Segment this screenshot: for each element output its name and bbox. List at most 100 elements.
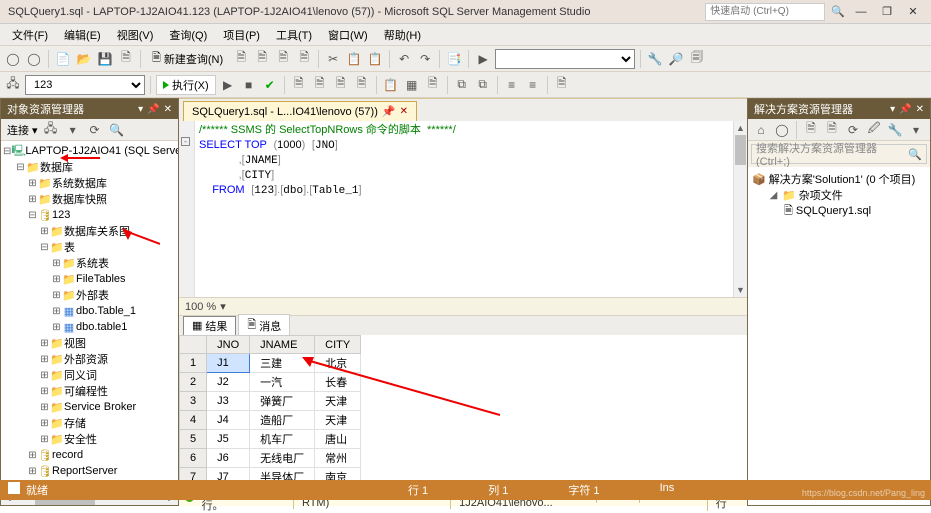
panel-pin-icon[interactable]: 📌 [147,104,159,115]
tree-systables[interactable]: ⊞📁系统表 [1,255,178,271]
table-row[interactable]: 3J3弹簧厂天津 [180,392,361,411]
solution-tree[interactable]: 📦解决方案'Solution1' (0 个项目) ◢📁杂项文件 🗎SQLQuer… [748,167,930,505]
tree-servicebroker[interactable]: ⊞📁Service Broker [1,399,178,415]
oe-icon-1[interactable]: 🖧 [42,121,60,139]
restore-button[interactable]: ❐ [877,5,897,19]
col-jno[interactable]: JNO [207,336,250,354]
database-dropdown[interactable]: 123 [25,75,145,95]
menu-help[interactable]: 帮助(H) [378,25,427,45]
nav-back-icon[interactable]: ◯ [4,50,22,68]
save-all-icon[interactable]: 🗎 [117,50,135,68]
copy-icon[interactable]: 📋 [345,50,363,68]
tree-dbo-table-1[interactable]: ⊞▦dbo.Table_1 [1,303,178,319]
tb-icon-3[interactable]: 🗎 [274,50,292,68]
tree-programmability[interactable]: ⊞📁可编程性 [1,383,178,399]
tree-views[interactable]: ⊞📁视图 [1,335,178,351]
tb-icon-2[interactable]: 🗎 [253,50,271,68]
tree-reportserver[interactable]: ⊞🛢ReportServer [1,463,178,479]
tb-icon-8[interactable]: 🔎 [667,50,685,68]
cut-icon[interactable]: ✂ [324,50,342,68]
editor-vscroll[interactable]: ▲▼ [733,121,747,297]
sol-icon-2[interactable]: 🗎 [823,121,841,139]
panel-close-icon[interactable]: ✕ [164,104,172,115]
object-tree[interactable]: ⊟🖳LAPTOP-1J2AIO41 (SQL Server 13... ⊟📁数据… [1,141,178,505]
solution-node[interactable]: 📦解决方案'Solution1' (0 个项目) [750,171,928,187]
outline-toggle[interactable]: - [181,137,190,146]
new-query-button[interactable]: 🗎 新建查询(N) [146,49,229,69]
minimize-button[interactable]: — [851,5,871,19]
col-city[interactable]: CITY [315,336,361,354]
panel-dropdown-icon[interactable]: ▾ [138,104,143,115]
sol-refresh-icon[interactable]: ⟳ [844,121,862,139]
estimated-plan-icon[interactable]: 🗎 [290,76,308,94]
sql-code[interactable]: /****** SSMS 的 SelectTopNRows 命令的脚本 ****… [199,123,733,198]
menu-project[interactable]: 项目(P) [217,25,266,45]
tb-icon-7[interactable]: 🔧 [646,50,664,68]
sol-icon-1[interactable]: 🗎 [802,121,820,139]
sol-wrench-icon[interactable]: 🔧 [886,121,904,139]
specify-values-icon[interactable]: 🗎 [553,76,571,94]
quick-launch-search-icon[interactable]: 🔍 [831,5,845,18]
debug-icon[interactable]: ▶ [219,76,237,94]
sol-home-icon[interactable]: ⌂ [752,121,770,139]
uncomment-icon[interactable]: ⧉ [474,76,492,94]
tree-server[interactable]: ⊟🖳LAPTOP-1J2AIO41 (SQL Server 13... [1,143,178,159]
tab-messages[interactable]: 🗎消息 [238,314,290,337]
panel-pin-icon[interactable]: 📌 [899,104,911,115]
tb-icon-5[interactable]: 📑 [445,50,463,68]
panel-close-icon[interactable]: ✕ [916,104,924,115]
table-row[interactable]: 6J6无线电厂常州 [180,449,361,468]
tb-icon-9[interactable]: 🗐 [688,50,706,68]
sql-editor[interactable]: - /****** SSMS 的 SelectTopNRows 命令的脚本 **… [179,121,747,297]
tree-sysdb[interactable]: ⊞📁系统数据库 [1,175,178,191]
tb-icon-6[interactable]: ▶ [474,50,492,68]
tree-databases[interactable]: ⊟📁数据库 [1,159,178,175]
indent-icon[interactable]: ≡ [503,76,521,94]
tab-close-icon[interactable]: ✕ [400,106,408,117]
stop-icon[interactable]: ■ [240,76,258,94]
tb-icon-1[interactable]: 🗎 [232,50,250,68]
new-file-icon[interactable]: 📄 [54,50,72,68]
menu-edit[interactable]: 编辑(E) [58,25,107,45]
tb-combo[interactable] [495,49,635,69]
tree-dbo-table1[interactable]: ⊞▦dbo.table1 [1,319,178,335]
stats-icon[interactable]: 🗎 [353,76,371,94]
table-row[interactable]: 5J5机车厂唐山 [180,430,361,449]
table-row[interactable]: 2J2一汽长春 [180,373,361,392]
nav-fwd-icon[interactable]: ◯ [25,50,43,68]
comment-icon[interactable]: ⧉ [453,76,471,94]
tree-synonyms[interactable]: ⊞📁同义词 [1,367,178,383]
quick-launch-input[interactable] [705,3,825,21]
tree-snapshot[interactable]: ⊞📁数据库快照 [1,191,178,207]
menu-file[interactable]: 文件(F) [6,25,54,45]
redo-icon[interactable]: ↷ [416,50,434,68]
results-grid[interactable]: JNO JNAME CITY 1J1三建北京 2J2一汽长春 3J3弹簧厂天津 … [179,335,747,486]
tree-tables[interactable]: ⊟📁表 [1,239,178,255]
connect-dropdown[interactable]: 连接 ▾ [7,122,38,138]
sol-icon-3[interactable]: 🖉 [865,121,883,139]
menu-window[interactable]: 窗口(W) [322,25,374,45]
outdent-icon[interactable]: ≡ [524,76,542,94]
misc-files-node[interactable]: ◢📁杂项文件 [750,187,928,203]
oe-filter-icon[interactable]: ⟳ [86,121,104,139]
tree-diagram[interactable]: ⊞📁数据库关系图 [1,223,178,239]
undo-icon[interactable]: ↶ [395,50,413,68]
menu-query[interactable]: 查询(Q) [163,25,213,45]
menu-tools[interactable]: 工具(T) [270,25,318,45]
connect-icon[interactable]: 🖧 [4,76,22,94]
zoom-chevron-icon[interactable]: ▾ [220,300,226,313]
tree-security[interactable]: ⊞📁安全性 [1,431,178,447]
tree-db123[interactable]: ⊟🛢123 [1,207,178,223]
tab-results[interactable]: ▦结果 [183,316,236,336]
tree-record[interactable]: ⊞🛢record [1,447,178,463]
tab-sqlquery1[interactable]: SQLQuery1.sql - L...IO41\lenovo (57))📌✕ [183,101,417,121]
oe-icon-2[interactable]: ▾ [64,121,82,139]
menu-view[interactable]: 视图(V) [111,25,160,45]
tree-external[interactable]: ⊞📁外部表 [1,287,178,303]
paste-icon[interactable]: 📋 [366,50,384,68]
col-jname[interactable]: JNAME [250,336,315,354]
results-text-icon[interactable]: 📋 [382,76,400,94]
tree-storage[interactable]: ⊞📁存储 [1,415,178,431]
zoom-value[interactable]: 100 % [185,301,216,313]
table-row[interactable]: 1J1三建北京 [180,354,361,373]
